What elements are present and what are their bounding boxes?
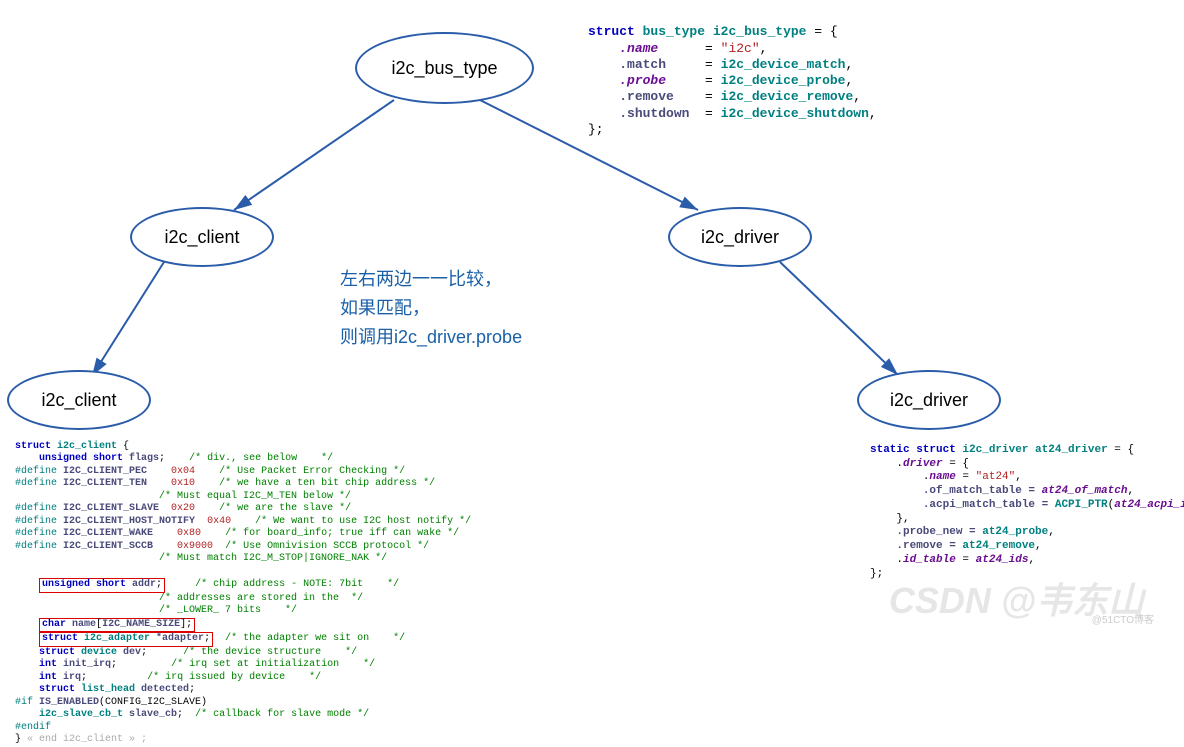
code-bus-type: struct bus_type i2c_bus_type = { .name =… xyxy=(588,8,877,138)
watermark-small: @51CTO博客 xyxy=(1092,611,1154,626)
node-bus-type: i2c_bus_type xyxy=(355,32,534,104)
node-driver-mid: i2c_driver xyxy=(668,207,812,267)
caption-line: 左右两边一一比较， xyxy=(340,265,522,294)
caption-line: 如果匹配， xyxy=(340,294,522,323)
node-driver-bot: i2c_driver xyxy=(857,370,1001,430)
node-client-mid: i2c_client xyxy=(130,207,274,267)
middle-caption: 左右两边一一比较， 如果匹配， 则调用i2c_driver.probe xyxy=(340,265,522,351)
code-i2c-client: struct i2c_client { unsigned short flags… xyxy=(15,428,471,747)
node-client-bot: i2c_client xyxy=(7,370,151,430)
caption-line: 则调用i2c_driver.probe xyxy=(340,323,522,352)
code-at24-driver: static struct i2c_driver at24_driver = {… xyxy=(870,430,1184,581)
